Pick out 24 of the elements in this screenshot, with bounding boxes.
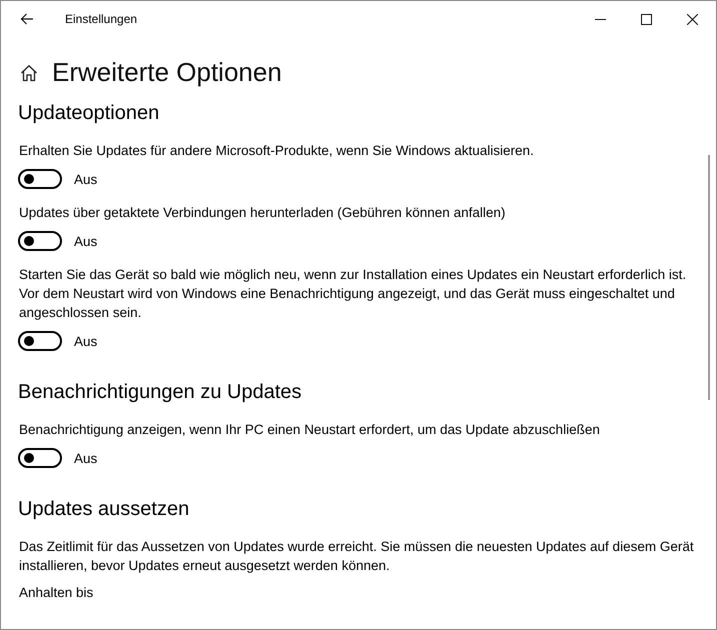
close-icon[interactable] <box>687 14 698 24</box>
setting-label: Benachrichtigung anzeigen, wenn Ihr PC einen Neustart erfordert, um das Update abzuschließen <box>19 421 601 439</box>
toggle-state: Aus <box>74 334 98 348</box>
setting-label: Erhalten Sie Updates für andere Microsoft-Produkte, wenn Sie Windows aktualisieren. <box>19 142 535 160</box>
home-icon[interactable] <box>20 64 38 82</box>
toggle-switch[interactable] <box>18 331 62 351</box>
page-title: Erweiterte Optionen <box>52 57 282 88</box>
section-heading: Updates aussetzen <box>18 498 190 521</box>
window-title: Einstellungen <box>65 12 138 26</box>
back-icon[interactable] <box>20 13 34 25</box>
toggle-switch[interactable] <box>18 231 62 251</box>
field-caption: Anhalten bis <box>19 584 94 602</box>
toggle-switch[interactable] <box>18 169 62 189</box>
maximize-icon[interactable] <box>641 14 652 24</box>
toggle-state: Aus <box>74 450 98 466</box>
section-heading: Benachrichtigungen zu Updates <box>18 381 303 404</box>
setting-label: Starten Sie das Gerät so bald wie möglich neu, wenn zur Installation eines Updates ein Neustart erforderlich ist. Vor dem Neustart wird von Windows eine Benachrichtigung angezeigt, und das Gerät muss eingeschaltet und angeschlossen sein. <box>19 266 688 322</box>
toggle-state: Aus <box>74 172 98 186</box>
toggle-state: Aus <box>74 234 98 248</box>
info-text: Das Zeitlimit für das Aussetzen von Updates wurde erreicht. Sie müssen die neuesten Updates auf diesem Gerät installieren, bevor Updates erneut ausgesetzt werden können. <box>19 538 695 575</box>
toggle-switch[interactable] <box>18 448 62 468</box>
section-heading: Updateoptionen <box>18 102 160 125</box>
scrollbar[interactable] <box>708 155 710 400</box>
setting-label: Updates über getaktete Verbindungen herunterladen (Gebühren können anfallen) <box>19 204 506 222</box>
